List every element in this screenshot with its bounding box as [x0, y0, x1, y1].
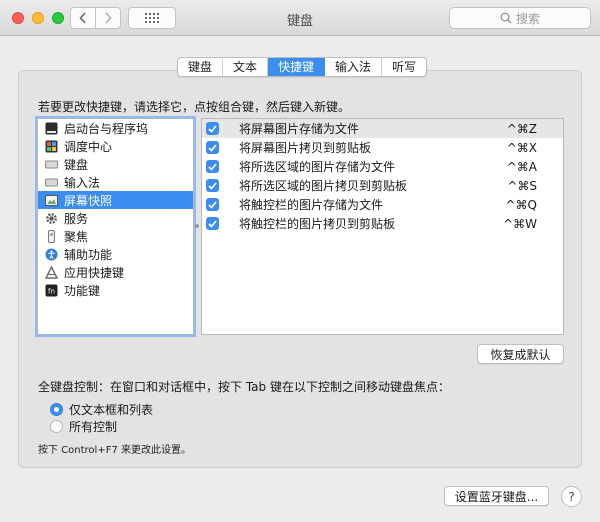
show-all-button[interactable] — [128, 7, 176, 29]
radio-text-boxes-and-lists[interactable]: 仅文本框和列表 — [50, 401, 153, 417]
zoom-window-button[interactable] — [52, 12, 64, 24]
category-item-function-keys[interactable]: fn 功能键 — [38, 281, 193, 299]
search-icon — [500, 12, 512, 24]
checkmark-icon — [208, 219, 217, 228]
shortcut-row[interactable]: 将所选区域的图片拷贝到剪贴板 ^⌘S — [202, 176, 563, 195]
tab-text[interactable]: 文本 — [223, 58, 269, 76]
keyboard-control-hint: 按下 Control+F7 来更改此设置。 — [38, 445, 191, 456]
shortcut-checkbox[interactable] — [206, 122, 219, 135]
category-item-services[interactable]: 服务 — [38, 209, 193, 227]
minimize-window-button[interactable] — [32, 12, 44, 24]
shortcut-checkbox[interactable] — [206, 141, 219, 154]
category-item-screenshot[interactable]: 屏幕快照 — [38, 191, 193, 209]
tab-keyboard[interactable]: 键盘 — [178, 58, 224, 76]
shortcut-keys[interactable]: ^⌘Z — [503, 122, 563, 136]
shortcut-checkbox[interactable] — [206, 217, 219, 230]
checkmark-icon — [208, 143, 217, 152]
category-label: 应用快捷键 — [64, 265, 125, 280]
restore-defaults-button[interactable]: 恢复成默认 — [477, 344, 564, 364]
category-item-launchpad[interactable]: 启动台与程序坞 — [38, 119, 193, 137]
mission-control-icon — [45, 140, 58, 153]
shortcut-name: 将触控栏的图片存储为文件 — [239, 198, 384, 212]
back-forward-group — [70, 7, 121, 29]
title-bar: 键盘 搜索 — [0, 0, 600, 36]
input-method-icon — [45, 176, 58, 189]
category-label: 启动台与程序坞 — [64, 121, 149, 136]
keyboard-control-label: 全键盘控制：在窗口和对话框中，按下 Tab 键在以下控制之间移动键盘焦点： — [38, 380, 450, 394]
back-button[interactable] — [71, 8, 95, 28]
category-label: 键盘 — [64, 157, 89, 172]
category-item-input-method[interactable]: 输入法 — [38, 173, 193, 191]
tab-bar: 键盘 文本 快捷键 输入法 听写 — [177, 57, 428, 77]
category-list[interactable]: 启动台与程序坞 调度中心 键盘 输入法 屏幕快照 服务 聚焦 辅助功能 应用快捷… — [37, 118, 194, 335]
checkmark-icon — [208, 124, 217, 133]
shortcut-checkbox[interactable] — [206, 179, 219, 192]
spotlight-icon — [45, 229, 58, 243]
shortcut-row[interactable]: 将屏幕图片存储为文件 ^⌘Z — [202, 119, 563, 138]
shortcut-name: 将所选区域的图片拷贝到剪贴板 — [239, 179, 408, 193]
keyboard-icon — [45, 158, 58, 171]
shortcut-row[interactable]: 将所选区域的图片存储为文件 ^⌘A — [202, 157, 563, 176]
category-label: 辅助功能 — [64, 247, 113, 262]
launchpad-dock-icon — [45, 122, 58, 135]
category-label: 服务 — [64, 211, 89, 226]
tab-shortcuts[interactable]: 快捷键 — [268, 58, 326, 76]
search-placeholder: 搜索 — [515, 11, 540, 26]
shortcut-list[interactable]: 将屏幕图片存储为文件 ^⌘Z 将屏幕图片拷贝到剪贴板 ^⌘X 将所选区域的图片存… — [201, 118, 564, 335]
radio-button[interactable] — [50, 419, 63, 433]
search-field[interactable]: 搜索 — [449, 7, 591, 29]
grid-icon — [145, 13, 159, 23]
checkmark-icon — [208, 162, 217, 171]
accessibility-icon — [45, 248, 58, 261]
shortcut-row[interactable]: 将触控栏的图片存储为文件 ^⌘Q — [202, 195, 563, 214]
radio-button-selected[interactable] — [50, 402, 63, 416]
category-item-app-shortcuts[interactable]: 应用快捷键 — [38, 263, 193, 281]
chevron-right-icon — [105, 12, 112, 24]
tab-dictation[interactable]: 听写 — [382, 58, 426, 76]
category-label: 调度中心 — [64, 139, 113, 154]
category-label: 输入法 — [64, 175, 101, 190]
shortcut-name: 将所选区域的图片存储为文件 — [239, 160, 396, 174]
chevron-left-icon — [79, 12, 86, 24]
setup-bluetooth-keyboard-button[interactable]: 设置蓝牙键盘... — [444, 486, 549, 506]
split-view-divider[interactable] — [195, 224, 199, 228]
help-button[interactable]: ? — [561, 486, 582, 507]
forward-button[interactable] — [95, 8, 120, 28]
checkmark-icon — [208, 181, 217, 190]
shortcut-checkbox[interactable] — [206, 198, 219, 211]
shortcut-row[interactable]: 将屏幕图片拷贝到剪贴板 ^⌘X — [202, 138, 563, 157]
screenshot-icon — [45, 194, 58, 207]
shortcut-keys[interactable]: ^⌘A — [503, 160, 563, 174]
category-label: 功能键 — [64, 283, 101, 298]
category-label: 屏幕快照 — [64, 193, 113, 208]
fn-key-icon: fn — [45, 284, 58, 297]
category-item-mission-control[interactable]: 调度中心 — [38, 137, 193, 155]
shortcut-checkbox[interactable] — [206, 160, 219, 173]
svg-text:fn: fn — [48, 287, 55, 295]
close-window-button[interactable] — [12, 12, 24, 24]
instruction-text: 若要更改快捷键，请选择它，点按组合键，然后键入新键。 — [38, 100, 351, 114]
radio-label: 仅文本框和列表 — [69, 402, 154, 417]
checkmark-icon — [208, 200, 217, 209]
app-shortcuts-icon — [45, 265, 58, 279]
shortcut-keys[interactable]: ^⌘X — [503, 141, 563, 155]
shortcut-name: 将触控栏的图片拷贝到剪贴板 — [239, 217, 396, 231]
tab-input-sources[interactable]: 输入法 — [325, 58, 383, 76]
category-label: 聚焦 — [64, 229, 89, 244]
shortcut-keys[interactable]: ^⌘W — [503, 217, 563, 231]
radio-all-controls[interactable]: 所有控制 — [50, 418, 117, 434]
shortcut-keys[interactable]: ^⌘S — [503, 179, 563, 193]
category-item-keyboard[interactable]: 键盘 — [38, 155, 193, 173]
shortcut-name: 将屏幕图片拷贝到剪贴板 — [239, 141, 372, 155]
radio-label: 所有控制 — [69, 419, 118, 434]
category-item-accessibility[interactable]: 辅助功能 — [38, 245, 193, 263]
shortcut-name: 将屏幕图片存储为文件 — [239, 122, 360, 136]
shortcut-row[interactable]: 将触控栏的图片拷贝到剪贴板 ^⌘W — [202, 214, 563, 233]
category-item-spotlight[interactable]: 聚焦 — [38, 227, 193, 245]
gear-icon — [45, 212, 58, 225]
shortcut-keys[interactable]: ^⌘Q — [503, 198, 563, 212]
